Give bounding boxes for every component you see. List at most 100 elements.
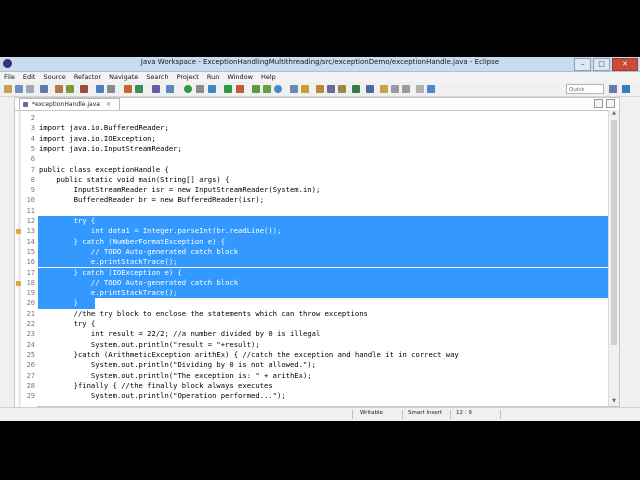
close-tab-icon[interactable]: ✕ — [106, 101, 111, 108]
code-text: System.out.println("Operation performed.… — [39, 391, 286, 401]
line-number: 24 — [26, 340, 35, 349]
code-line[interactable]: 8 public static void main(String[] args)… — [15, 175, 609, 185]
menu-source[interactable]: Source — [39, 73, 69, 81]
minimize-button[interactable]: – — [574, 58, 591, 71]
block-selection-icon[interactable] — [338, 85, 346, 93]
code-line[interactable]: 25 }catch (ArithmeticException arithEx) … — [15, 350, 609, 360]
code-line[interactable]: 13 int data1 = Integer.parseInt(br.readL… — [15, 226, 609, 237]
code-text: import java.io.BufferedReader; — [39, 123, 169, 133]
run-last-icon[interactable] — [224, 85, 232, 93]
code-line[interactable]: 27 System.out.println("The exception is:… — [15, 371, 609, 381]
open-perspective-icon[interactable] — [609, 85, 617, 93]
skip-breakpoints-icon[interactable] — [55, 85, 63, 93]
code-line[interactable]: 22 try { — [15, 319, 609, 329]
mark-occurrences-icon[interactable] — [327, 85, 335, 93]
code-line[interactable]: 9 InputStreamReader isr = new InputStrea… — [15, 185, 609, 195]
code-line[interactable]: 24 System.out.println("result = "+result… — [15, 340, 609, 350]
forward-icon[interactable] — [402, 85, 410, 93]
line-number: 20 — [26, 299, 35, 308]
print-icon[interactable] — [40, 85, 48, 93]
toggle-breadcrumb-icon[interactable] — [316, 85, 324, 93]
new-java-project-icon[interactable] — [252, 85, 260, 93]
new-package-icon[interactable] — [263, 85, 271, 93]
menu-edit[interactable]: Edit — [19, 73, 40, 81]
quick-access-input[interactable]: Quick Access — [566, 84, 604, 103]
menu-run[interactable]: Run — [203, 73, 223, 81]
search-icon[interactable] — [96, 85, 104, 93]
scroll-down-icon[interactable]: ▼ — [610, 398, 618, 406]
code-line[interactable]: 12 try { — [15, 216, 609, 227]
editor-tab[interactable]: *exceptionHandle.java ✕ — [19, 98, 120, 110]
code-line[interactable]: 16 e.printStackTrace(); — [15, 257, 609, 268]
vertical-scrollbar[interactable]: ▲ ▼ — [608, 110, 619, 406]
code-line[interactable]: 15 // TODO Auto-generated catch block — [15, 246, 609, 258]
save-icon[interactable] — [15, 85, 23, 93]
back-icon[interactable] — [391, 85, 399, 93]
toggle-mark-icon[interactable] — [66, 85, 74, 93]
scrollbar-thumb[interactable] — [611, 120, 617, 345]
scroll-up-icon[interactable]: ▲ — [610, 110, 618, 118]
profile-icon[interactable] — [124, 85, 132, 93]
code-text: // TODO Auto-generated catch block — [39, 277, 239, 289]
code-line[interactable]: 26 System.out.println("Dividing by 0 is … — [15, 360, 609, 370]
toolbar-extra-icon[interactable] — [427, 85, 435, 93]
open-type-icon[interactable] — [290, 85, 298, 93]
save-all-icon[interactable] — [26, 85, 34, 93]
run-icon[interactable] — [184, 85, 192, 93]
code-area[interactable]: 2 3 import java.io.BufferedReader; 4 import … — [15, 110, 609, 407]
last-edit-icon[interactable] — [380, 85, 388, 93]
code-line[interactable]: 11 — [15, 206, 609, 216]
pin-editor-icon[interactable] — [416, 85, 424, 93]
build-icon[interactable] — [152, 85, 160, 93]
stop-icon[interactable] — [236, 85, 244, 93]
code-text: e.printStackTrace(); — [39, 257, 178, 268]
code-line[interactable]: 20 } — [15, 298, 609, 309]
close-button[interactable]: ✕ — [612, 58, 638, 71]
open-task-icon[interactable] — [301, 85, 309, 93]
terminal-icon[interactable] — [107, 85, 115, 93]
run-configurations-icon[interactable] — [208, 85, 216, 93]
line-number: 21 — [26, 309, 35, 318]
menu-navigate[interactable]: Navigate — [105, 73, 142, 81]
code-line[interactable]: 4 import java.io.IOException; — [15, 134, 609, 144]
code-line[interactable]: 2 — [15, 113, 609, 123]
minimize-editor-icon[interactable] — [594, 99, 603, 108]
window-title: Java Workspace - ExceptionHandlingMultit… — [140, 58, 500, 66]
code-line[interactable]: 7 public class exceptionHandle { — [15, 165, 609, 175]
debug-icon[interactable] — [80, 85, 88, 93]
java-perspective-icon[interactable] — [622, 85, 630, 93]
menu-file[interactable]: File — [0, 73, 19, 81]
code-line[interactable]: 19 e.printStackTrace(); — [15, 288, 609, 299]
menu-window[interactable]: Window — [223, 73, 257, 81]
line-number: 29 — [26, 392, 35, 401]
new-class-icon[interactable] — [274, 85, 282, 93]
external-tools-icon[interactable] — [166, 85, 174, 93]
menu-refactor[interactable]: Refactor — [70, 73, 105, 81]
code-line[interactable]: 14 } catch (NumberFormatException e) { — [15, 236, 609, 247]
run-dropdown-icon[interactable] — [196, 85, 204, 93]
line-number: 14 — [26, 237, 35, 246]
menu-help[interactable]: Help — [257, 73, 280, 81]
code-line[interactable]: 3 import java.io.BufferedReader; — [15, 123, 609, 133]
line-number: 22 — [26, 320, 35, 328]
next-annotation-icon[interactable] — [352, 85, 360, 93]
code-line[interactable]: 17 } catch (IOException e) { — [15, 267, 609, 278]
code-text: // TODO Auto-generated catch block — [39, 246, 239, 258]
code-line[interactable]: 10 BufferedReader br = new BufferedReade… — [15, 195, 609, 205]
maximize-editor-icon[interactable] — [606, 99, 615, 108]
menu-search[interactable]: Search — [142, 73, 172, 81]
new-icon[interactable] — [4, 85, 12, 93]
menu-project[interactable]: Project — [173, 73, 203, 81]
code-line[interactable]: 6 — [15, 154, 609, 164]
code-line[interactable]: 21 //the try block to enclose the statem… — [15, 309, 609, 319]
code-line[interactable]: 28 }finally { //the finally block always… — [15, 381, 609, 391]
code-line[interactable]: 5 import java.io.InputStreamReader; — [15, 144, 609, 154]
prev-annotation-icon[interactable] — [366, 85, 374, 93]
line-number: 4 — [30, 134, 35, 143]
code-line[interactable]: 29 System.out.println("Operation perform… — [15, 391, 609, 401]
code-line[interactable]: 18 // TODO Auto-generated catch block — [15, 277, 609, 289]
code-line[interactable]: 23 int result = 22/2; //a number divided… — [15, 329, 609, 339]
maximize-button[interactable]: □ — [593, 58, 610, 71]
line-number: 3 — [30, 124, 35, 133]
coverage-icon[interactable] — [135, 85, 143, 93]
